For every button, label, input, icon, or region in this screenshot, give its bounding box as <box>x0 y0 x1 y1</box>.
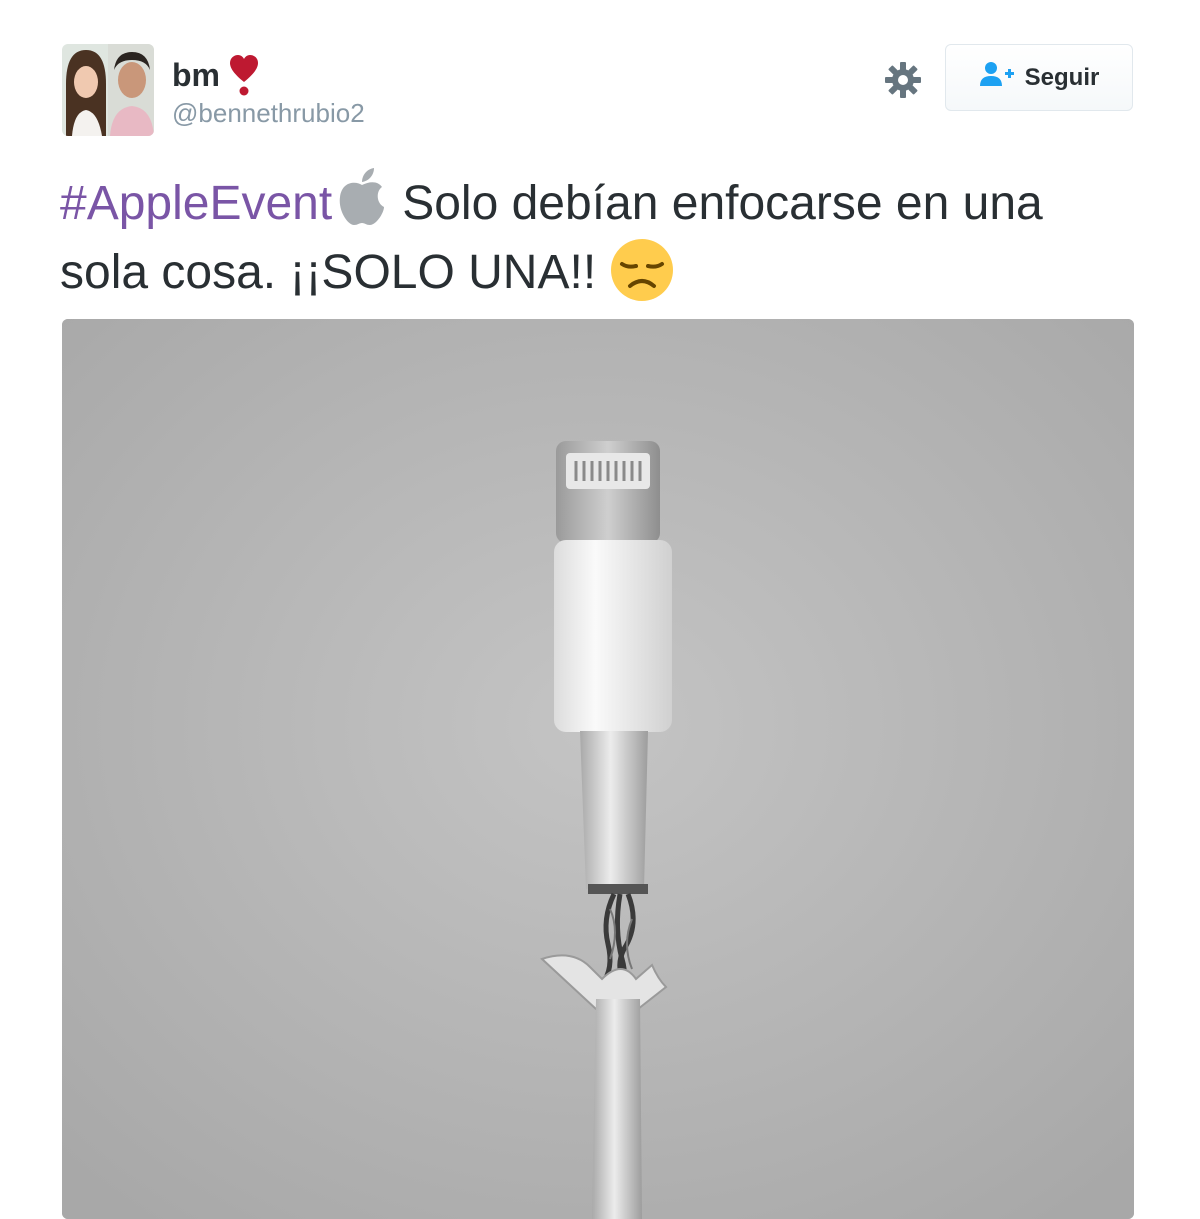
add-user-icon <box>979 61 1015 94</box>
tweet-text-line1: Solo debían enfocarse en una <box>402 177 1043 230</box>
follow-button[interactable]: Seguir <box>945 44 1133 111</box>
heavy-heart-exclamation-icon <box>228 54 260 96</box>
avatar-photo <box>62 44 154 136</box>
tweet-text-line2: sola cosa. ¡¡SOLO UNA!! <box>60 246 597 299</box>
display-name: bm <box>172 56 220 93</box>
gear-icon[interactable] <box>884 61 922 99</box>
follow-label: Seguir <box>1024 63 1100 91</box>
tweet-photo[interactable] <box>62 319 1134 1219</box>
author-handle[interactable]: @bennethrubio2 <box>172 98 365 129</box>
frayed-lightning-cable-image <box>62 319 1134 1219</box>
hashtag-link[interactable]: #AppleEvent <box>60 177 332 230</box>
disappointed-face-emoji-icon <box>610 238 674 302</box>
tweet-text: #AppleEvent Solo debían enfocarse en una s… <box>60 167 1140 307</box>
avatar[interactable] <box>62 44 154 136</box>
apple-emoji-icon <box>336 167 388 227</box>
author-name[interactable]: bm <box>172 54 260 96</box>
